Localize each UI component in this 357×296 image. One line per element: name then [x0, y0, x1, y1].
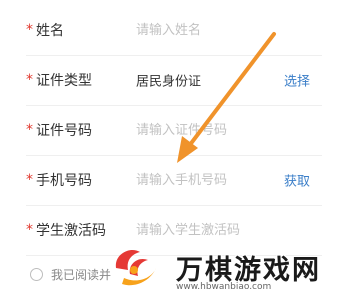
watermark-logo-icon — [115, 249, 156, 286]
watermark: 万棋游戏网 www.hbwanbiao.com — [110, 240, 357, 296]
watermark-url: www.hbwanbiao.com — [176, 282, 272, 292]
